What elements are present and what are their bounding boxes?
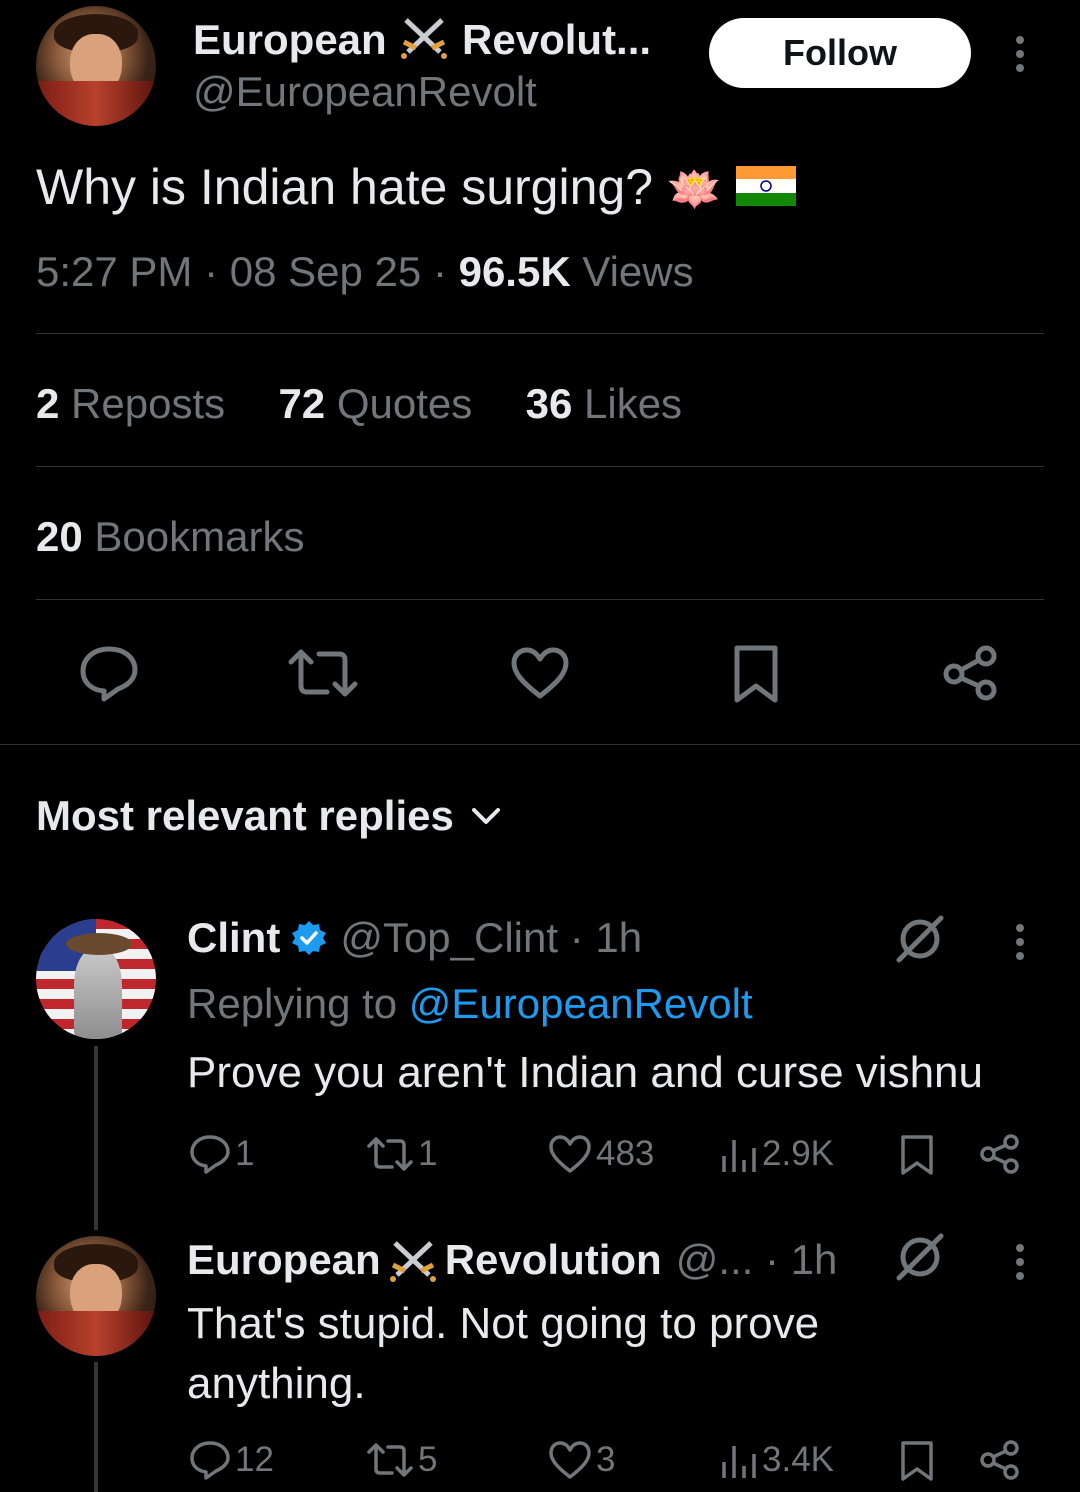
replies-header: Most relevant replies — [36, 792, 454, 839]
like-icon — [549, 1135, 591, 1173]
quotes-stat[interactable]: 72 Quotes — [278, 380, 483, 427]
likes-label: Likes — [584, 380, 683, 427]
author-name-part-1: European — [193, 16, 387, 63]
grok-icon[interactable] — [893, 912, 947, 966]
reply-count: 1 — [235, 1134, 255, 1173]
reply-author-handle[interactable]: @Top_Clint — [340, 914, 558, 962]
bookmark-icon[interactable] — [900, 1134, 934, 1176]
reply-author-name[interactable]: European Revolution — [187, 1236, 662, 1284]
like-button[interactable]: 3 — [548, 1440, 615, 1480]
post-stats: 2 Reposts 72 Quotes 36 Likes — [36, 380, 682, 428]
reposts-stat[interactable]: 2 Reposts — [36, 380, 237, 427]
bookmarks-count: 20 — [36, 513, 83, 560]
more-icon[interactable] — [1016, 1244, 1026, 1286]
reply-time: 1h — [595, 914, 643, 961]
thread-line — [94, 1046, 98, 1230]
crossed-swords-icon — [398, 14, 450, 60]
reply-header: European Revolution @... · 1h — [187, 1236, 838, 1284]
reply-header: Clint @Top_Clint · 1h — [187, 914, 643, 962]
reply-author-name-part-1: European — [187, 1236, 381, 1283]
likes-count: 36 — [525, 380, 573, 427]
reposts-count: 2 — [36, 380, 60, 427]
repost-icon — [367, 1443, 413, 1477]
bookmarks-label: Bookmarks — [94, 513, 305, 560]
reply-avatar[interactable] — [36, 919, 156, 1039]
views-count: 3.4K — [762, 1440, 834, 1479]
like-button[interactable]: 483 — [548, 1134, 654, 1174]
reply-count: 12 — [235, 1440, 274, 1479]
replies-sort-dropdown[interactable]: Most relevant replies — [36, 792, 502, 840]
replying-to-prefix: Replying to — [187, 980, 398, 1027]
reply-text: Prove you aren't Indian and curse vishnu — [187, 1048, 983, 1097]
like-icon — [549, 1441, 591, 1479]
crossed-swords-icon — [387, 1237, 439, 1283]
post-text-body: Why is Indian hate surging? — [36, 159, 654, 215]
reply-text: That's stupid. Not going to prove anythi… — [187, 1294, 819, 1414]
more-icon[interactable] — [1016, 924, 1026, 966]
bookmark-icon[interactable] — [900, 1440, 934, 1482]
author-name[interactable]: European Revolut... — [193, 14, 651, 64]
post-time: 5:27 PM — [36, 248, 193, 295]
reply-author-handle[interactable]: @... — [676, 1236, 754, 1284]
views-button[interactable]: 3.4K — [720, 1440, 834, 1480]
share-icon[interactable] — [979, 1133, 1021, 1175]
bookmarks-stat[interactable]: 20 Bookmarks — [36, 513, 304, 561]
reply-author-name-part-2: Revolution — [444, 1236, 662, 1283]
author-avatar[interactable] — [36, 6, 156, 126]
thread-line — [94, 1362, 98, 1492]
reply-avatar[interactable] — [36, 1236, 156, 1356]
likes-stat[interactable]: 36 Likes — [526, 380, 682, 427]
repost-button[interactable]: 5 — [366, 1440, 437, 1480]
replying-to-handle[interactable]: @EuropeanRevolt — [409, 980, 753, 1027]
repost-count: 5 — [418, 1440, 438, 1479]
share-icon[interactable] — [979, 1439, 1021, 1481]
repost-count: 1 — [418, 1134, 438, 1173]
chevron-down-icon — [470, 806, 502, 826]
grok-icon[interactable] — [893, 1230, 947, 1284]
replying-to: Replying to @EuropeanRevolt — [187, 980, 753, 1028]
repost-icon[interactable] — [287, 646, 359, 700]
reply-icon — [190, 1135, 230, 1174]
reply-author-name[interactable]: Clint — [187, 914, 280, 962]
views-count: 2.9K — [762, 1134, 834, 1173]
lotus-emoji: 🪷 — [666, 165, 722, 214]
views-button[interactable]: 2.9K — [720, 1134, 834, 1174]
views-label: Views — [582, 248, 694, 295]
repost-button[interactable]: 1 — [366, 1134, 437, 1174]
views-icon — [722, 1140, 756, 1172]
reply-icon — [190, 1441, 230, 1480]
reply-text-line: anything. — [187, 1359, 366, 1408]
bookmark-icon[interactable] — [732, 644, 780, 704]
views-icon — [722, 1446, 756, 1478]
divider — [36, 466, 1044, 467]
divider — [36, 599, 1044, 600]
quotes-count: 72 — [278, 380, 326, 427]
author-handle[interactable]: @EuropeanRevolt — [193, 68, 537, 116]
verified-badge-icon — [290, 919, 328, 957]
like-icon[interactable] — [510, 646, 570, 700]
section-divider — [0, 744, 1080, 745]
follow-button[interactable]: Follow — [709, 18, 971, 88]
reply-text-line: That's stupid. Not going to prove — [187, 1299, 820, 1348]
like-count: 3 — [596, 1440, 616, 1479]
share-icon[interactable] — [942, 644, 1000, 702]
divider — [36, 333, 1044, 334]
like-count: 483 — [596, 1134, 655, 1173]
repost-icon — [367, 1137, 413, 1171]
more-icon[interactable] — [1016, 36, 1026, 78]
author-name-part-2: Revolut... — [462, 16, 652, 63]
reply-icon[interactable] — [78, 644, 140, 702]
post-date: 08 Sep 25 — [229, 248, 422, 295]
reply-button[interactable]: 12 — [189, 1440, 274, 1480]
post-text: Why is Indian hate surging? 🪷 — [36, 158, 796, 216]
views-count: 96.5K — [458, 248, 571, 295]
post-meta: 5:27 PM · 08 Sep 25 · 96.5K Views — [36, 248, 694, 295]
quotes-label: Quotes — [336, 380, 473, 427]
reply-button[interactable]: 1 — [189, 1134, 254, 1174]
india-flag-emoji — [735, 166, 796, 206]
reply-time: 1h — [790, 1236, 838, 1283]
reposts-label: Reposts — [71, 380, 226, 427]
